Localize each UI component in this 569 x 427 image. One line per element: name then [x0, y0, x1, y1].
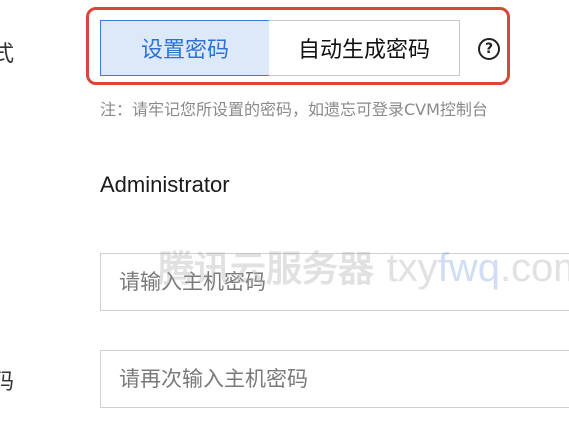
set-password-option[interactable]: 设置密码: [100, 20, 270, 76]
help-icon[interactable]: ?: [478, 38, 500, 60]
confirm-password-input[interactable]: [100, 350, 569, 408]
auto-generate-password-option[interactable]: 自动生成密码: [269, 20, 460, 76]
password-note: 注：请牢记您所设置的密码，如遗忘可登录CVM控制台: [100, 100, 488, 119]
confirm-password-label-fragment: 码: [0, 370, 15, 395]
username-value: Administrator: [100, 172, 230, 197]
password-input[interactable]: [100, 253, 569, 311]
help-glyph: ?: [484, 41, 494, 57]
instance-login-settings: 式 码 设置密码 自动生成密码 ? 注：请牢记您所设置的密码，如遗忘可登录CVM…: [0, 0, 569, 427]
login-method-label-fragment: 式: [0, 42, 15, 67]
